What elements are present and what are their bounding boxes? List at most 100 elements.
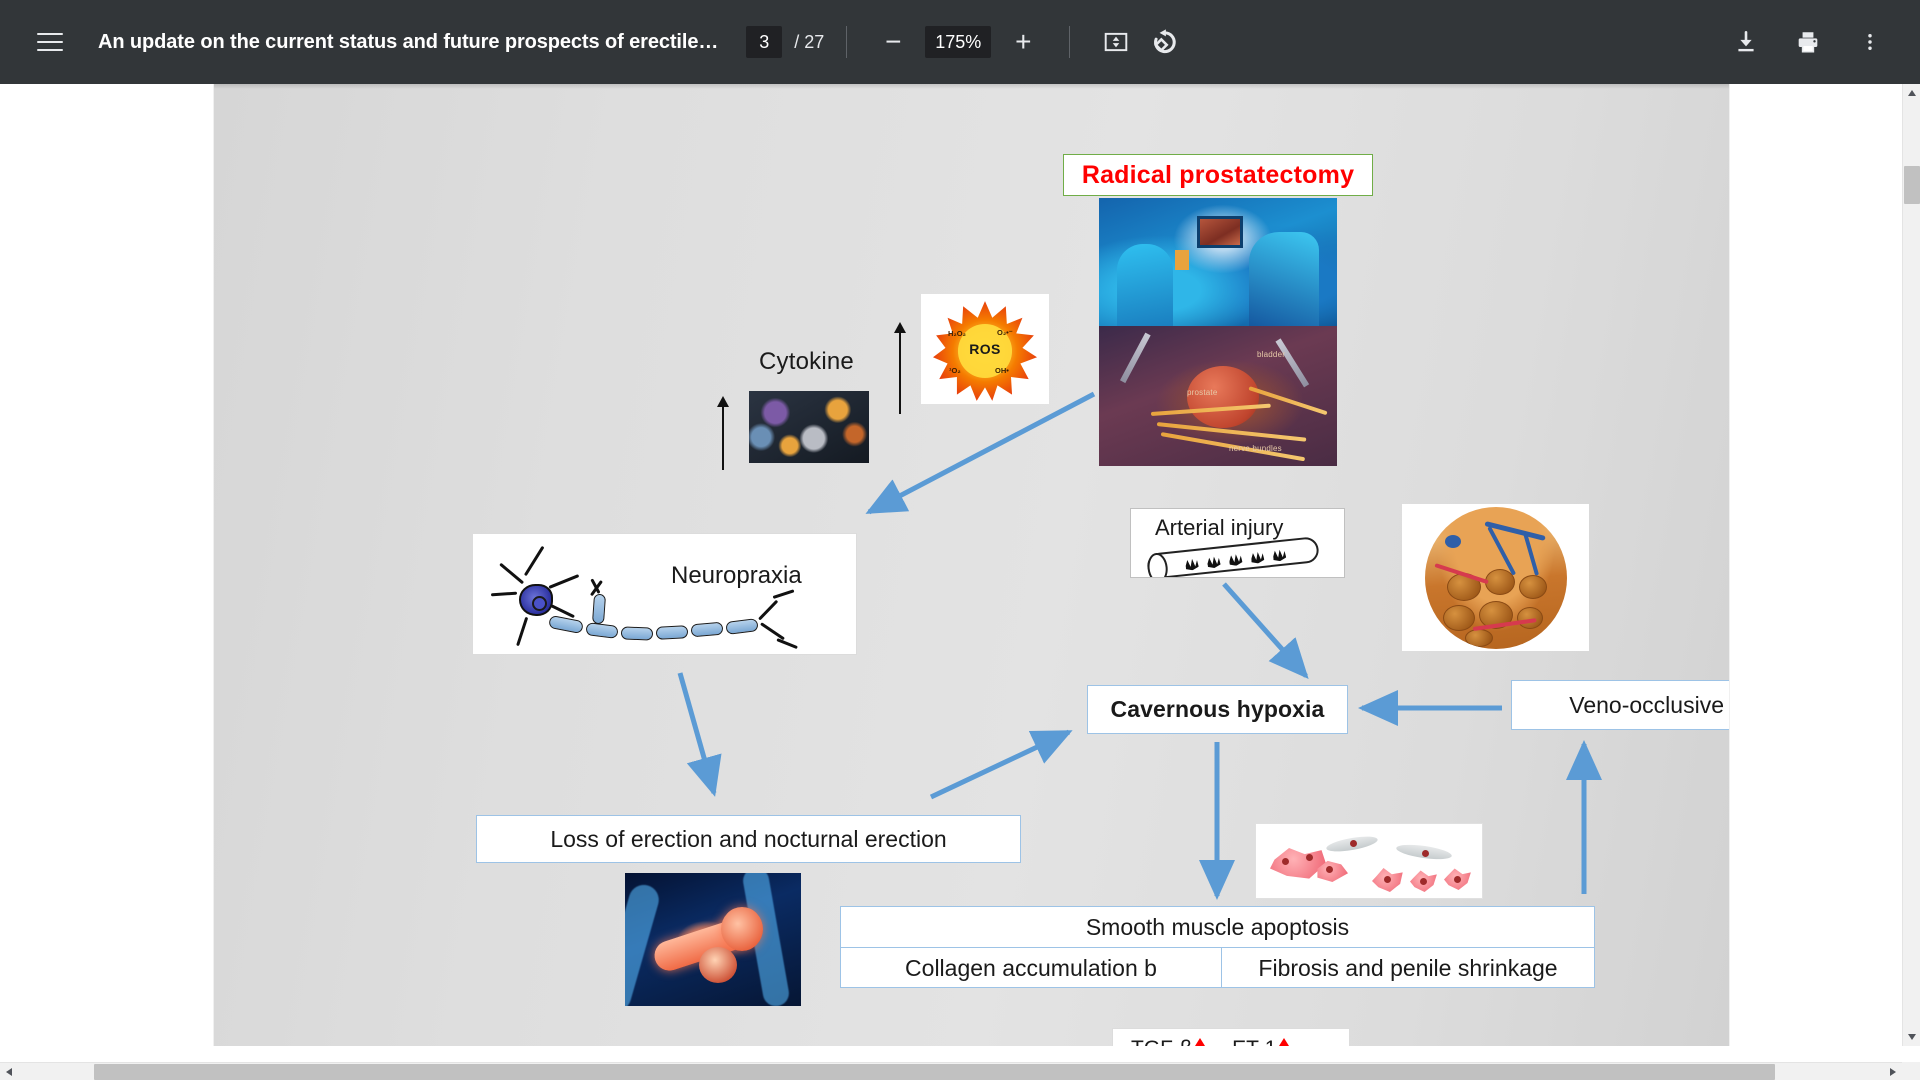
plaque [1272, 548, 1286, 561]
vertical-scroll-thumb[interactable] [1904, 166, 1920, 204]
surgery-monitor [1197, 216, 1243, 248]
arterial-injury-label: Arterial injury [1155, 515, 1284, 540]
dendrite [490, 592, 518, 597]
print-button[interactable] [1784, 18, 1832, 66]
scroll-right-arrow-icon[interactable] [1890, 1068, 1896, 1076]
ros-species-h2o2: H₂O₂ [948, 329, 966, 338]
cavernous-hypoxia-label: Cavernous hypoxia [1110, 696, 1325, 722]
scroll-left-arrow-icon[interactable] [6, 1068, 12, 1076]
fibrosis-shrinkage-label: Fibrosis and penile shrinkage [1258, 954, 1558, 981]
collagen-accumulation-label: Collagen accumulation b [905, 954, 1157, 981]
ros-species-hydroxyl: OH• [995, 366, 1009, 375]
zoom-out-button[interactable]: − [869, 18, 917, 66]
injured-vessel-icon [1146, 536, 1320, 577]
scroll-down-arrow-icon[interactable] [1908, 1034, 1916, 1040]
page-number-input[interactable]: 3 [746, 26, 783, 58]
marker-et-1: ET-1 [1232, 1037, 1290, 1047]
zoom-in-button[interactable]: + [999, 18, 1047, 66]
sinusoid [1442, 604, 1475, 631]
sinusoid [1464, 628, 1493, 647]
prostate-anatomy-photo: bladder prostate nerve bundles [1099, 326, 1337, 466]
neuropraxia-image-box: Neuropraxia [472, 533, 857, 655]
veno-occlusive-dysfunction-box: Veno-occlusive dysfunction [1511, 680, 1729, 730]
plaque [1207, 555, 1221, 568]
axon-terminal [760, 622, 785, 641]
toolbar-right-actions [1722, 18, 1894, 66]
horizontal-scroll-thumb[interactable] [94, 1064, 1775, 1080]
cell-nucleus [1454, 876, 1461, 883]
cavernous-hypoxia-box: Cavernous hypoxia [1087, 685, 1348, 734]
fit-to-page-icon [1105, 32, 1128, 52]
cavernous-tissue-image [1402, 504, 1589, 651]
cavernous-cross-section [1424, 506, 1567, 649]
print-icon [1798, 32, 1818, 53]
cell-nucleus [1306, 854, 1313, 861]
page-total-label: / 27 [794, 31, 825, 52]
arrow-up-icon [1195, 1037, 1206, 1046]
smooth-muscle-apoptosis-label: Smooth muscle apoptosis [1085, 913, 1350, 940]
cytokine-label: Cytokine [759, 348, 854, 375]
scroll-up-arrow-icon[interactable] [1908, 90, 1916, 96]
minus-icon: − [885, 26, 902, 57]
prostate-photo-label: prostate [1187, 388, 1218, 397]
ros-center-label: ROS [969, 341, 1001, 357]
cytokine-cells-image [749, 391, 869, 463]
marker-et-1-label: ET-1 [1232, 1037, 1276, 1047]
scrollbar-corner [1902, 1062, 1920, 1080]
cell-nucleus [1384, 876, 1391, 883]
download-button[interactable] [1722, 18, 1770, 66]
marker-tgf-beta-label: TGF-β [1131, 1037, 1192, 1047]
outcome-table-row-2: Collagen accumulation b Fibrosis and pen… [841, 948, 1594, 988]
toolbar-divider [846, 26, 848, 58]
sinusoid [1518, 574, 1547, 599]
zoom-level-input[interactable]: 175% [925, 26, 992, 58]
pdf-viewer-area[interactable]: Radical prostatectomy bladder prostate n… [0, 84, 1902, 1046]
dendrite [523, 545, 545, 576]
pdf-toolbar: An update on the current status and futu… [0, 0, 1920, 84]
surgical-instrument-right [1275, 338, 1310, 388]
node-of-ranvier [591, 593, 607, 625]
bladder-photo-label: bladder [1257, 350, 1286, 359]
loss-of-erection-label: Loss of erection and nocturnal erection [550, 825, 947, 852]
molecular-markers-box: TGF-β ET-1 PGE1 iNOS [1112, 1028, 1350, 1046]
ros-species-superoxide: O₂•⁻ [997, 328, 1013, 337]
cell-nucleus [1282, 858, 1289, 865]
page-navigation: 3 / 27 [746, 26, 824, 58]
document-title: An update on the current status and futu… [98, 30, 719, 53]
penile-anatomy-image [625, 873, 801, 1006]
myelin-segment [690, 621, 724, 638]
cytokine-up-arrow [717, 396, 729, 470]
testis [699, 947, 737, 983]
cell-nucleus [1326, 866, 1333, 873]
more-vertical-icon [1868, 34, 1872, 50]
nerve-bundles-photo-label: nerve bundles [1229, 444, 1282, 453]
smooth-muscle-apoptosis-row: Smooth muscle apoptosis [841, 907, 1594, 948]
ros-species-singlet-oxygen: ¹O₂ [949, 366, 961, 375]
myelin-segment [585, 622, 619, 639]
hamburger-menu-button[interactable] [26, 18, 74, 66]
dendrite [499, 563, 524, 585]
plaque [1250, 551, 1264, 564]
dendrite [548, 574, 580, 589]
veno-occlusive-label: Veno-occlusive dysfunction [1569, 691, 1729, 718]
rotate-icon [1154, 29, 1177, 54]
download-icon [1738, 30, 1754, 52]
dorsal-nerve [1444, 534, 1461, 548]
myelin-segment [725, 618, 759, 635]
myelin-segment [548, 614, 584, 635]
rotate-button[interactable] [1140, 18, 1188, 66]
loss-of-erection-box: Loss of erection and nocturnal erection [476, 815, 1021, 863]
myelin-segment [655, 625, 689, 640]
ros-burst-image: ROS H₂O₂ O₂•⁻ ¹O₂ OH• [921, 294, 1049, 404]
more-options-button[interactable] [1846, 18, 1894, 66]
surgeon-figure-1 [1117, 244, 1173, 326]
surgical-instrument-left [1119, 332, 1151, 384]
fit-to-page-button[interactable] [1092, 18, 1140, 66]
cell-nucleus [1422, 850, 1429, 857]
cytokine-to-ros-up-arrow [894, 322, 906, 414]
fibrosis-shrinkage-cell: Fibrosis and penile shrinkage [1222, 948, 1594, 988]
horizontal-scrollbar[interactable] [0, 1062, 1920, 1080]
cell-nucleus [1420, 878, 1427, 885]
collagen-accumulation-cell: Collagen accumulation b [841, 948, 1222, 988]
vertical-scrollbar[interactable] [1902, 84, 1920, 1046]
